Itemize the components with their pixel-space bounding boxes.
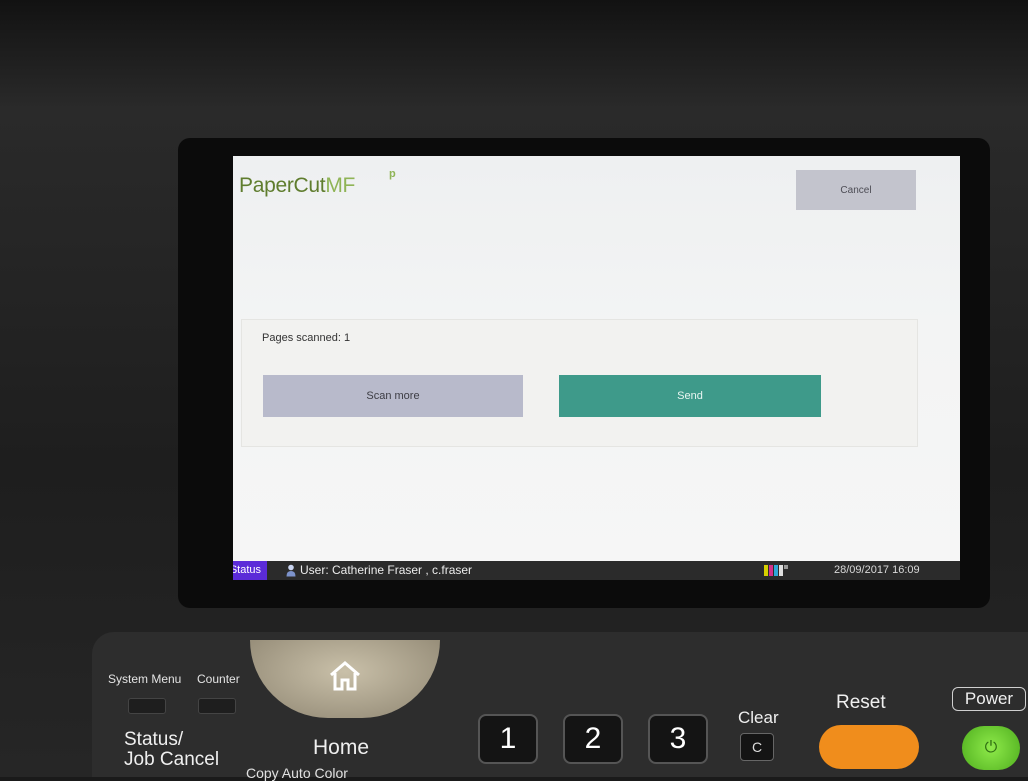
papercut-logo: PaperCutMF p: [239, 168, 396, 198]
power-label: Power: [952, 687, 1026, 711]
number-key-2[interactable]: 2: [563, 714, 623, 764]
reset-label: Reset: [836, 692, 886, 713]
user-info: User: Catherine Fraser , c.fraser: [300, 563, 473, 577]
user-icon: [286, 564, 296, 577]
logo-brand: PaperCut: [239, 174, 326, 197]
power-button[interactable]: ⏻: [962, 726, 1020, 770]
status-job-cancel-key[interactable]: Status/ Job Cancel: [124, 730, 219, 770]
counter-key[interactable]: [198, 698, 236, 714]
scan-panel: Pages scanned: 1 Scan more Send: [241, 319, 918, 447]
copy-label: Copy Auto Color: [246, 765, 348, 781]
power-icon: ⏻: [984, 739, 998, 756]
logo-suffix: MF: [325, 174, 356, 197]
counter-label: Counter: [197, 672, 240, 686]
date-time: 28/09/2017 16:09: [834, 564, 920, 576]
status-label-line1: Status/: [124, 729, 184, 750]
reset-button[interactable]: [819, 725, 919, 769]
header: PaperCutMF p Cancel: [233, 156, 960, 236]
status-label-line2: Job Cancel: [124, 749, 220, 770]
logo-mark: p: [389, 168, 396, 180]
touch-screen: PaperCutMF p Cancel Pages scanned: 1 Sca…: [233, 156, 960, 580]
number-key-3[interactable]: 3: [648, 714, 708, 764]
home-icon: [330, 661, 360, 691]
status-button[interactable]: Status: [233, 561, 267, 580]
cancel-button[interactable]: Cancel: [796, 170, 916, 210]
pages-scanned-text: Pages scanned: 1: [262, 332, 351, 344]
home-label: Home: [313, 736, 370, 759]
clear-key[interactable]: C: [740, 733, 774, 761]
system-menu-key[interactable]: [128, 698, 166, 714]
clear-label: Clear: [738, 708, 779, 727]
scan-more-button[interactable]: Scan more: [263, 375, 523, 417]
system-menu-label: System Menu: [108, 672, 182, 686]
number-key-1[interactable]: 1: [478, 714, 538, 764]
send-button[interactable]: Send: [559, 375, 821, 417]
status-bar: Status User: Catherine Fraser , c.fraser…: [233, 561, 960, 580]
toner-icon: [764, 565, 788, 576]
left-keys: System Menu Counter Status/ Job Cancel: [100, 660, 250, 777]
